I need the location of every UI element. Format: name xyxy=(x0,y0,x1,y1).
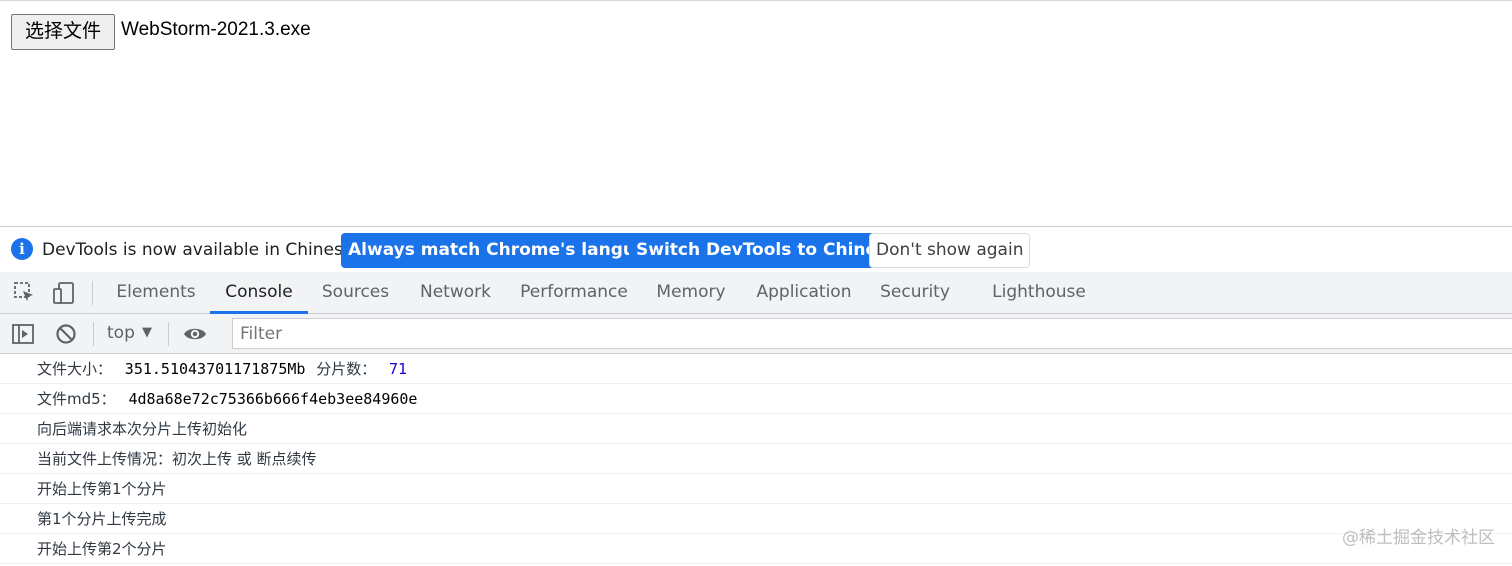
console-log-row: 向后端请求本次分片上传初始化 xyxy=(0,414,1512,444)
tab-security[interactable]: Security xyxy=(874,272,956,313)
devtools-panel: i DevTools is now available in Chinese! … xyxy=(0,226,1512,566)
dont-show-again-button[interactable]: Don't show again xyxy=(869,233,1031,268)
watermark: @稀土掘金技术社区 xyxy=(1342,528,1495,548)
console-log-row: 文件md5： 4d8a68e72c75366b666f4eb3ee84960e xyxy=(0,384,1512,414)
tabbar-divider xyxy=(92,281,93,305)
tab-console[interactable]: Console xyxy=(210,272,308,314)
console-output: 文件大小： 351.51043701171875Mb 分片数： 71 文件md5… xyxy=(0,354,1512,564)
log-text: 开始上传第1个分片 xyxy=(37,480,167,498)
inspect-element-icon[interactable] xyxy=(13,281,37,305)
language-infobar: i DevTools is now available in Chinese! … xyxy=(0,226,1512,273)
console-log-row: 当前文件上传情况：初次上传 或 断点续传 xyxy=(0,444,1512,474)
console-log-row: 开始上传第2个分片 xyxy=(0,534,1512,564)
selected-file-name: WebStorm-2021.3.exe xyxy=(121,19,311,40)
page-content: 选择文件 WebStorm-2021.3.exe xyxy=(0,0,1512,226)
console-filter-input[interactable] xyxy=(232,318,1512,349)
log-text: 分片数： xyxy=(316,360,377,378)
show-sidebar-icon[interactable] xyxy=(11,322,35,346)
log-value: 4d8a68e72c75366b666f4eb3ee84960e xyxy=(128,390,418,408)
log-text: 文件md5： xyxy=(37,390,116,408)
switch-to-chinese-button[interactable]: Switch DevTools to Chinese xyxy=(629,233,906,268)
toolbar-divider xyxy=(93,322,94,346)
log-text: 文件大小： xyxy=(37,360,113,378)
tab-application[interactable]: Application xyxy=(750,272,858,313)
eye-icon[interactable] xyxy=(183,322,207,346)
devtools-tabbar: Elements Console Sources Network Perform… xyxy=(0,272,1512,314)
tab-memory[interactable]: Memory xyxy=(649,272,733,313)
log-value: 351.51043701171875Mb xyxy=(124,360,306,378)
tab-elements[interactable]: Elements xyxy=(110,272,202,313)
choose-file-button[interactable]: 选择文件 xyxy=(11,14,115,50)
toolbar-divider xyxy=(168,322,169,346)
context-selector[interactable]: top xyxy=(107,323,135,343)
tab-network[interactable]: Network xyxy=(412,272,499,313)
tab-sources[interactable]: Sources xyxy=(315,272,396,313)
log-text: 开始上传第2个分片 xyxy=(37,540,167,558)
log-text: 向后端请求本次分片上传初始化 xyxy=(37,420,248,438)
device-toolbar-icon[interactable] xyxy=(52,281,76,305)
chevron-down-icon[interactable]: ▼ xyxy=(142,325,152,340)
match-language-button[interactable]: Always match Chrome's language xyxy=(341,233,678,268)
log-text: 当前文件上传情况：初次上传 或 断点续传 xyxy=(37,450,317,468)
log-text: 第1个分片上传完成 xyxy=(37,510,167,528)
info-icon: i xyxy=(11,238,33,260)
tab-lighthouse[interactable]: Lighthouse xyxy=(986,272,1092,313)
clear-console-icon[interactable] xyxy=(54,322,78,346)
infobar-message: DevTools is now available in Chinese! xyxy=(42,240,361,260)
console-log-row: 第1个分片上传完成 xyxy=(0,504,1512,534)
log-number: 71 xyxy=(389,360,408,378)
console-log-row: 文件大小： 351.51043701171875Mb 分片数： 71 xyxy=(0,354,1512,384)
tab-performance[interactable]: Performance xyxy=(515,272,633,313)
console-log-row: 开始上传第1个分片 xyxy=(0,474,1512,504)
console-toolbar: top ▼ xyxy=(0,314,1512,354)
